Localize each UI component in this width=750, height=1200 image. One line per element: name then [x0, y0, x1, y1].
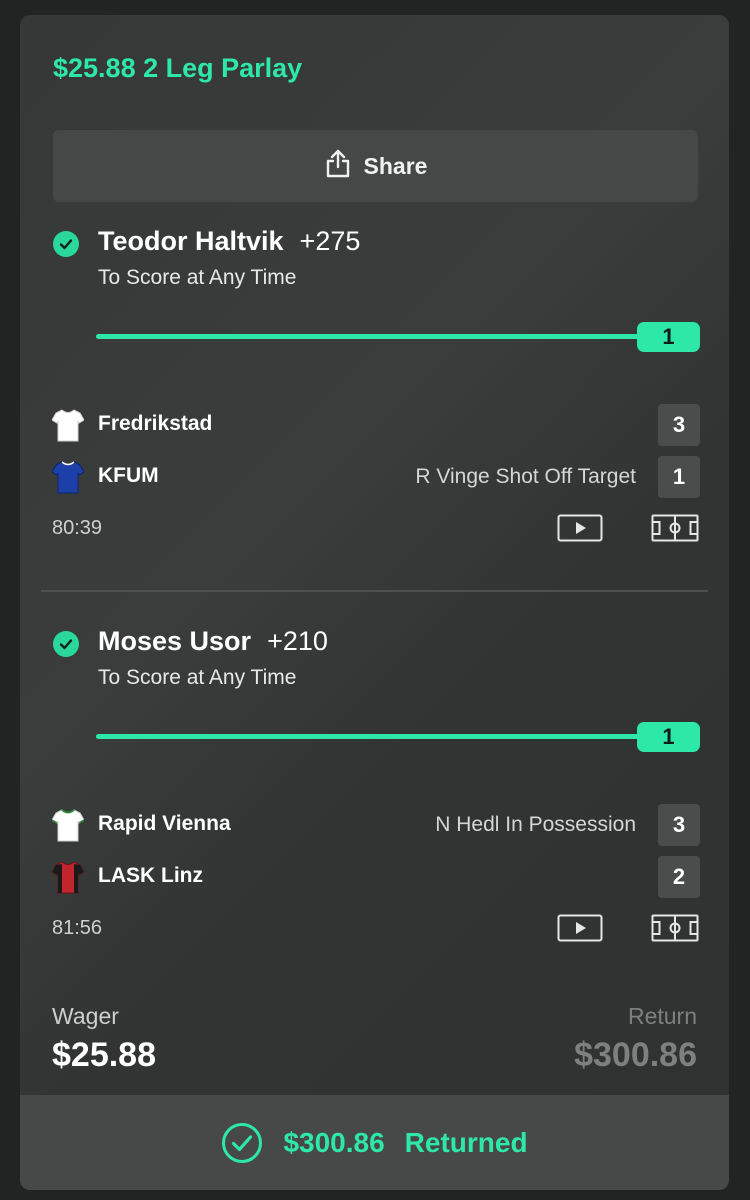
video-icon[interactable] — [557, 914, 603, 942]
bet-card: $25.88 2 Leg Parlay Share Teodor Haltvik… — [20, 15, 729, 1190]
jersey-icon — [52, 861, 84, 894]
match-clock: 81:56 — [52, 917, 103, 939]
market-label: To Score at Any Time — [98, 266, 297, 289]
jersey-icon — [52, 461, 84, 494]
video-icon[interactable] — [557, 514, 603, 542]
jersey-icon — [52, 409, 84, 442]
player-name-text: Moses Usor — [98, 626, 252, 656]
team-score: 2 — [658, 856, 700, 898]
team-name: KFUM — [98, 464, 159, 487]
player-odds: +275 — [299, 226, 361, 256]
share-icon — [324, 148, 352, 184]
jersey-icon — [52, 809, 84, 842]
team-row: KFUM R Vinge Shot Off Target 1 — [52, 456, 700, 498]
team-row: Rapid Vienna N Hedl In Possession 3 — [52, 804, 700, 846]
event-text: R Vinge Shot Off Target — [415, 465, 636, 488]
player-name: Moses Usor +210 — [98, 626, 328, 657]
market-label: To Score at Any Time — [98, 666, 297, 689]
team-score: 3 — [658, 404, 700, 446]
team-row: Fredrikstad 3 — [52, 404, 700, 446]
wager-value: $25.88 — [52, 1036, 156, 1074]
share-label: Share — [363, 152, 428, 179]
event-text: N Hedl In Possession — [435, 813, 636, 836]
share-button[interactable]: Share — [53, 130, 698, 202]
progress-track — [96, 734, 641, 739]
returned-label: Returned — [404, 1126, 528, 1158]
progress-count: 1 — [637, 322, 700, 352]
pitch-icon[interactable] — [651, 914, 699, 942]
check-circle-icon — [53, 231, 79, 257]
team-score: 1 — [658, 456, 700, 498]
team-name: Rapid Vienna — [98, 812, 231, 835]
progress-track — [96, 334, 641, 339]
check-circle-outline-icon — [222, 1122, 263, 1163]
player-name: Teodor Haltvik +275 — [98, 226, 360, 257]
pitch-icon[interactable] — [651, 514, 699, 542]
wager-label: Wager — [52, 1003, 119, 1029]
bet-title: $25.88 2 Leg Parlay — [53, 53, 303, 83]
team-row: LASK Linz 2 — [52, 856, 700, 898]
team-score: 3 — [658, 804, 700, 846]
check-circle-icon — [53, 631, 79, 657]
player-odds: +210 — [267, 626, 328, 656]
progress-count: 1 — [637, 722, 700, 752]
return-value: $300.86 — [574, 1036, 697, 1074]
match-clock: 80:39 — [52, 517, 103, 539]
team-name: LASK Linz — [98, 864, 203, 887]
return-label: Return — [627, 1003, 697, 1029]
returned-amount: $300.86 — [283, 1126, 385, 1158]
team-name: Fredrikstad — [98, 412, 213, 435]
leg-divider — [41, 590, 708, 592]
player-name-text: Teodor Haltvik — [98, 226, 284, 256]
returned-banner: $300.86 Returned — [20, 1095, 729, 1190]
